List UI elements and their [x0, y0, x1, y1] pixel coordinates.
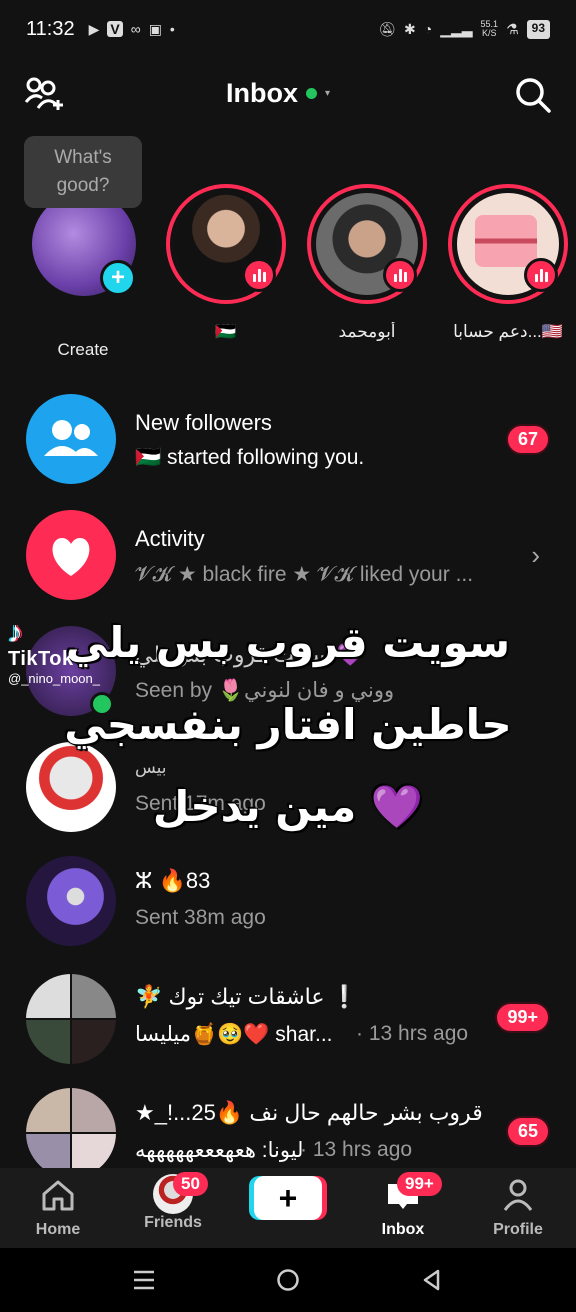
network-speed-unit: K/S [482, 28, 497, 38]
row-subtitle-sender: ليونا: هعهعععهههههه [135, 1139, 304, 1162]
caption-line-2: حاطين افتار بنفسجي [63, 699, 512, 750]
count-badge: 65 [505, 1116, 550, 1147]
treasure-chest-icon [475, 215, 537, 267]
friends-badge: 50 [173, 1172, 208, 1196]
nav-inbox[interactable]: 99+ Inbox [353, 1172, 453, 1239]
live-icon [383, 258, 417, 292]
inbox-screen: 11:32 ▶ V ∞ ▣ • 🔕︎ ✱ ◔ ▁▂▃ 55.1 K/S ⚗ 93 [0, 0, 576, 1312]
battery-indicator: 93 [526, 19, 550, 39]
story-label: 🇵🇸 [215, 322, 237, 341]
mute-icon: 🔕︎ [378, 20, 397, 37]
row-subtitle-time: · 13 hrs ago [300, 1138, 413, 1161]
row-subtitle: 𝓥𝓚 ★ black fire ★ 𝓥𝓚 liked your ... [135, 563, 474, 586]
stories-row: + What's good? Create 🇵🇸 أبومحمد دعم حسا… [0, 136, 576, 359]
tiktok-watermark: ♪ TikTok @_nino_moon_ [8, 616, 100, 687]
group-chat-row[interactable]: 🧚 عاشقات تيك توك ❕ ميليسا🍯🥹❤️ shar... · … [0, 972, 576, 1072]
live-icon [242, 258, 276, 292]
heart-icon [26, 510, 116, 600]
chevron-right-icon: › [531, 540, 540, 570]
bubble-text-2: good? [56, 175, 110, 196]
row-subtitle-sender: ميليسا🍯🥹❤️ shar... [135, 1023, 333, 1046]
home-button-icon[interactable] [276, 1268, 300, 1292]
nav-label: Inbox [381, 1221, 425, 1238]
flask-icon: ⚗ [506, 20, 519, 37]
tiktok-brand: TikTok [8, 648, 74, 670]
row-subtitle: Sent 38m ago [135, 906, 266, 929]
avatar [26, 856, 116, 946]
inbox-title-wrap[interactable]: Inbox ▾ [226, 78, 330, 109]
group-avatar [26, 1088, 116, 1178]
row-title: ★_!...قروب بشر حالهم حال نف 🔥25 [135, 1100, 483, 1125]
nav-label: Profile [493, 1221, 543, 1238]
status-time: 11:32 [26, 17, 75, 40]
dot-icon: • [169, 21, 175, 37]
story-label-create: Create [57, 340, 109, 359]
search-icon[interactable] [514, 76, 552, 114]
home-icon [42, 1180, 74, 1211]
signal-icon: ▁▂▃ [440, 20, 473, 37]
story-label: أبومحمد [338, 322, 396, 341]
story-item[interactable]: 🇵🇸 [166, 184, 286, 342]
notification-icons: ▶ V ∞ ▣ • [89, 21, 175, 38]
v-app-icon: V [107, 21, 123, 37]
group-avatar [26, 974, 116, 1064]
caption-line-3: مين يدخل 💜 [152, 781, 424, 832]
add-friends-icon[interactable] [24, 76, 66, 112]
count-badge: 99+ [495, 1002, 550, 1033]
status-bar: 11:32 ▶ V ∞ ▣ • 🔕︎ ✱ ◔ ▁▂▃ 55.1 K/S ⚗ 93 [0, 0, 576, 58]
online-status-dot [306, 88, 317, 99]
nav-profile[interactable]: Profile [468, 1178, 568, 1239]
network-speed: 55.1 K/S [481, 20, 499, 38]
gamepad-icon: ∞ [130, 21, 141, 37]
status-bubble[interactable]: What's good? [24, 136, 142, 208]
chat-row[interactable]: ⵣ 🔥83 Sent 38m ago [0, 856, 576, 956]
play-store-icon: ▶ [88, 20, 100, 37]
plus-icon[interactable]: + [100, 260, 136, 296]
live-icon [524, 258, 558, 292]
story-ring [166, 184, 286, 304]
nav-friends[interactable]: 50 Friends [123, 1172, 223, 1232]
story-ring [448, 184, 568, 304]
row-subtitle: 🇵🇸 started following you. [135, 446, 365, 469]
bottom-nav: Home 50 Friends + 99+ Inbox Profile [0, 1168, 576, 1248]
row-title: New followers [135, 410, 272, 435]
bubble-text-1: What's [54, 147, 112, 168]
back-icon[interactable] [420, 1268, 444, 1292]
row-title: Activity [135, 526, 205, 551]
story-item[interactable]: دعم حسابا...🇺🇸 [448, 184, 568, 342]
system-nav-bar [0, 1248, 576, 1312]
row-subtitle-time: · 13 hrs ago [356, 1022, 469, 1045]
page-title: Inbox [226, 78, 298, 108]
system-indicators: 🔕︎ ✱ ◔ ▁▂▃ 55.1 K/S ⚗ 93 [378, 19, 550, 39]
nav-label: Friends [144, 1214, 202, 1231]
row-title: 🧚 عاشقات تيك توك ❕ [135, 984, 358, 1009]
inbox-badge: 99+ [397, 1172, 442, 1196]
row-title: بيس [135, 758, 167, 777]
row-title: ⵣ 🔥83 [135, 868, 211, 893]
tiktok-username: @_nino_moon_ [8, 671, 100, 686]
story-label: دعم حسابا...🇺🇸 [453, 322, 563, 341]
bluetooth-icon: ✱ [404, 20, 416, 37]
activity-row[interactable]: Activity 𝓥𝓚 ★ black fire ★ 𝓥𝓚 liked your… [0, 510, 576, 610]
inbox-header: Inbox ▾ [0, 64, 576, 124]
story-item[interactable]: أبومحمد [307, 184, 427, 342]
tiktok-logo-icon: ♪ [8, 616, 23, 649]
count-badge: 67 [505, 424, 550, 455]
nav-home[interactable]: Home [8, 1178, 108, 1239]
chevron-down-icon: ▾ [325, 88, 331, 99]
create-button[interactable]: + [254, 1176, 322, 1220]
recent-apps-icon[interactable] [132, 1268, 156, 1292]
story-ring [307, 184, 427, 304]
new-followers-row[interactable]: New followers 🇵🇸 started following you. … [0, 394, 576, 494]
profile-icon [503, 1179, 533, 1211]
wifi-icon: ◔ [423, 21, 433, 37]
screen-icon: ▣ [148, 20, 162, 37]
nav-label: Home [35, 1221, 81, 1238]
followers-icon [26, 394, 116, 484]
